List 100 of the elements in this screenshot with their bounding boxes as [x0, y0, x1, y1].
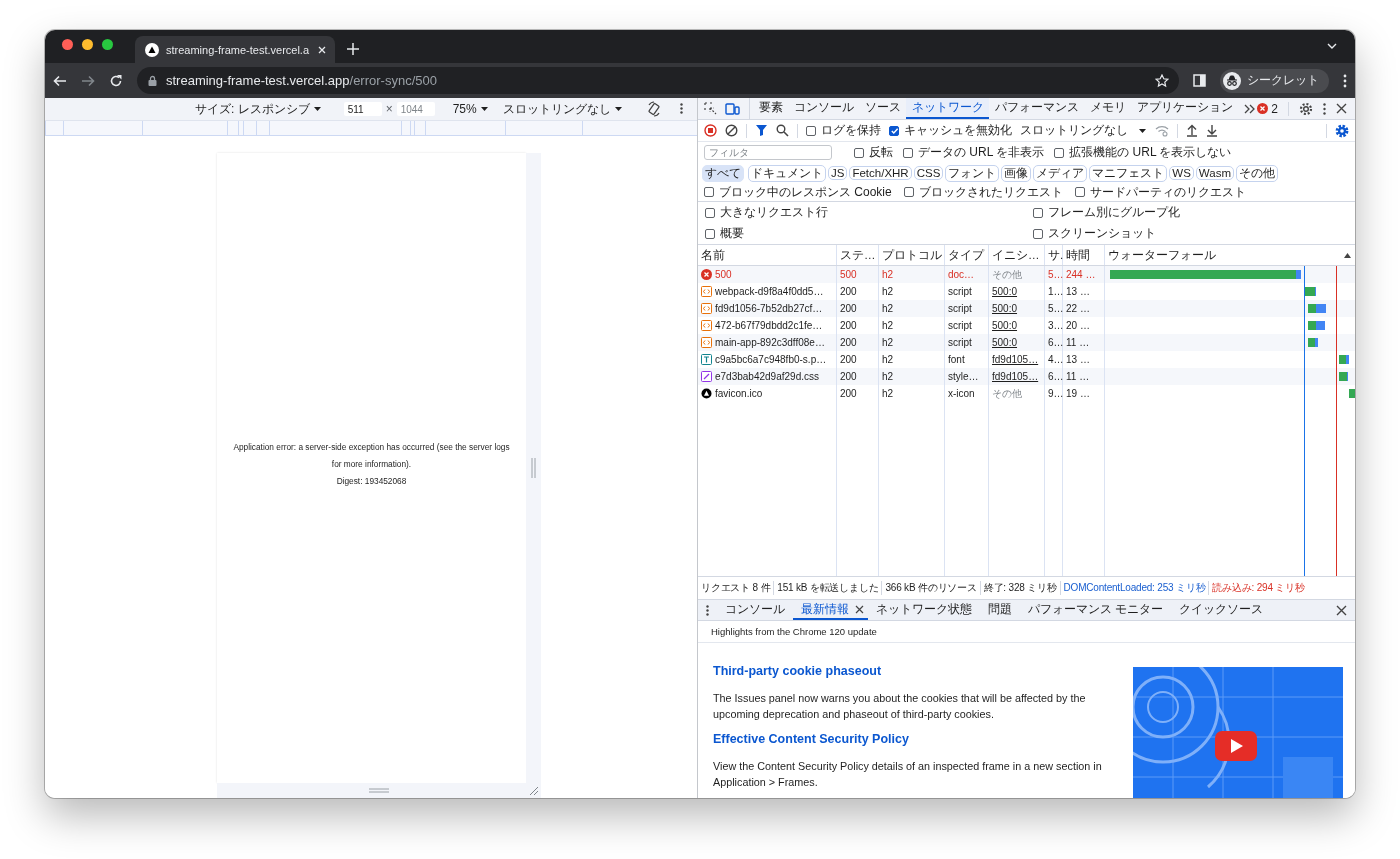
- initiator-link[interactable]: fd9d105…: [992, 354, 1039, 365]
- resize-handle[interactable]: [217, 783, 541, 798]
- feature-title[interactable]: Third-party cookie phaseout: [713, 663, 1103, 679]
- sort-ascending-icon[interactable]: [1343, 251, 1352, 259]
- browser-tab[interactable]: streaming-frame-test.vercel.a: [135, 36, 335, 63]
- devtools-tab[interactable]: 要素: [753, 98, 788, 119]
- close-window-button[interactable]: [62, 39, 73, 50]
- inspect-element-icon[interactable]: [704, 102, 717, 115]
- devtools-tab[interactable]: ソース: [859, 98, 906, 119]
- lock-icon[interactable]: [147, 74, 158, 87]
- forward-icon[interactable]: [81, 73, 95, 88]
- request-name[interactable]: main-app-892c3dff08e…: [715, 337, 825, 348]
- checkbox[interactable]: [1033, 207, 1043, 218]
- checkbox[interactable]: [889, 125, 899, 136]
- type-filter-button[interactable]: 画像: [1001, 164, 1032, 182]
- resize-corner-icon[interactable]: [529, 786, 539, 796]
- back-icon[interactable]: [53, 73, 67, 88]
- resize-handle[interactable]: [526, 153, 541, 783]
- new-tab-icon[interactable]: [347, 43, 359, 55]
- more-tabs-icon[interactable]: [1244, 103, 1255, 114]
- more-options-icon[interactable]: [1323, 102, 1326, 115]
- checkbox[interactable]: [1054, 147, 1065, 158]
- devtools-tab[interactable]: パフォーマンス: [989, 98, 1084, 119]
- type-filter-button[interactable]: WS: [1169, 166, 1194, 180]
- request-name[interactable]: fd9d1056-7b52db27cf…: [715, 303, 823, 314]
- error-counter[interactable]: 2: [1257, 101, 1289, 116]
- rotate-icon[interactable]: [646, 101, 661, 117]
- column-header[interactable]: 名前: [698, 245, 837, 265]
- height-field[interactable]: 1044: [396, 102, 435, 116]
- close-icon[interactable]: [1336, 604, 1347, 616]
- drawer-tab[interactable]: クイックソース: [1171, 600, 1272, 620]
- drawer-tab[interactable]: パフォーマンス モニター: [1020, 600, 1172, 620]
- zoom-dropdown[interactable]: 75%: [452, 102, 489, 116]
- devtools-tab[interactable]: コンソール: [788, 98, 859, 119]
- type-filter-button[interactable]: JS: [828, 166, 848, 180]
- column-header[interactable]: サ.: [1045, 245, 1063, 265]
- network-conditions-icon[interactable]: [1155, 124, 1169, 137]
- filter-icon[interactable]: [755, 124, 768, 137]
- checkbox[interactable]: [1033, 228, 1043, 239]
- column-header[interactable]: タイプ: [945, 245, 989, 265]
- checkbox[interactable]: [903, 187, 914, 197]
- initiator-link[interactable]: 500:0: [992, 286, 1018, 297]
- request-name[interactable]: favicon.ico: [715, 388, 763, 399]
- devtools-tab[interactable]: ネットワーク: [906, 98, 989, 119]
- type-filter-button[interactable]: フォント: [945, 164, 1000, 182]
- checkbox[interactable]: [704, 187, 714, 197]
- type-filter-button[interactable]: すべて: [702, 164, 744, 182]
- stop-recording-icon[interactable]: [704, 124, 717, 137]
- profile-button[interactable]: シークレット: [1220, 68, 1329, 93]
- request-name[interactable]: 472-b67f79dbdd2c1fe…: [715, 320, 823, 331]
- type-filter-button[interactable]: その他: [1236, 164, 1278, 182]
- more-options-icon[interactable]: [680, 103, 683, 114]
- minimize-window-button[interactable]: [82, 39, 93, 50]
- column-header[interactable]: ステ…: [837, 245, 879, 265]
- chevron-down-icon[interactable]: [1327, 43, 1337, 49]
- throttling-dropdown[interactable]: スロットリングなし: [1020, 122, 1147, 139]
- type-filter-button[interactable]: CSS: [913, 166, 944, 180]
- column-header[interactable]: 時間: [1063, 245, 1105, 265]
- filter-field[interactable]: フィルタ: [704, 145, 832, 160]
- drawer-tab[interactable]: ネットワーク状態: [868, 600, 980, 620]
- type-filter-button[interactable]: ドキュメント: [748, 164, 826, 182]
- initiator-link[interactable]: fd9d105…: [992, 371, 1039, 382]
- column-header[interactable]: ウォーターフォール: [1108, 247, 1216, 263]
- zoom-window-button[interactable]: [102, 39, 113, 50]
- devtools-tab[interactable]: アプリケーション: [1131, 98, 1238, 119]
- side-panel-icon[interactable]: [1193, 74, 1206, 87]
- type-filter-button[interactable]: Wasm: [1195, 166, 1234, 180]
- devtools-tab[interactable]: メモリ: [1084, 98, 1131, 119]
- checkbox[interactable]: [1074, 187, 1085, 197]
- device-toolbar-icon[interactable]: [725, 102, 740, 115]
- checkbox[interactable]: [903, 147, 913, 158]
- download-icon[interactable]: [1206, 124, 1218, 137]
- star-icon[interactable]: [1155, 73, 1169, 88]
- column-header[interactable]: イニシ…: [989, 245, 1045, 265]
- search-icon[interactable]: [776, 124, 789, 137]
- throttling-dropdown[interactable]: スロットリングなし: [502, 100, 623, 118]
- request-name[interactable]: 500: [715, 269, 732, 280]
- settings-icon[interactable]: [1299, 101, 1313, 116]
- clear-icon[interactable]: [725, 124, 738, 137]
- type-filter-button[interactable]: マニフェスト: [1089, 164, 1168, 182]
- initiator-link[interactable]: 500:0: [992, 303, 1018, 314]
- menu-icon[interactable]: [1343, 73, 1347, 88]
- initiator-link[interactable]: 500:0: [992, 320, 1018, 331]
- initiator-link[interactable]: 500:0: [992, 337, 1018, 348]
- more-options-icon[interactable]: [706, 604, 709, 616]
- checkbox[interactable]: [705, 207, 715, 218]
- settings-icon[interactable]: [1335, 123, 1349, 138]
- request-name[interactable]: webpack-d9f8a4f0dd5…: [715, 286, 824, 297]
- drawer-tab[interactable]: コンソール: [717, 600, 793, 620]
- reload-icon[interactable]: [109, 73, 123, 88]
- checkbox[interactable]: [854, 147, 864, 158]
- request-name[interactable]: e7d3bab42d9af29d.css: [715, 371, 819, 382]
- address-bar[interactable]: streaming-frame-test.vercel.app/error-sync/500: [137, 67, 1179, 94]
- drawer-tab[interactable]: 問題: [980, 600, 1020, 620]
- checkbox[interactable]: [806, 125, 816, 136]
- column-header[interactable]: プロトコル: [879, 245, 945, 265]
- close-icon[interactable]: [855, 604, 864, 614]
- feature-title[interactable]: Effective Content Security Policy: [713, 731, 1103, 747]
- type-filter-button[interactable]: メディア: [1033, 164, 1088, 182]
- request-name[interactable]: c9a5bc6a7c948fb0-s.p…: [715, 354, 827, 365]
